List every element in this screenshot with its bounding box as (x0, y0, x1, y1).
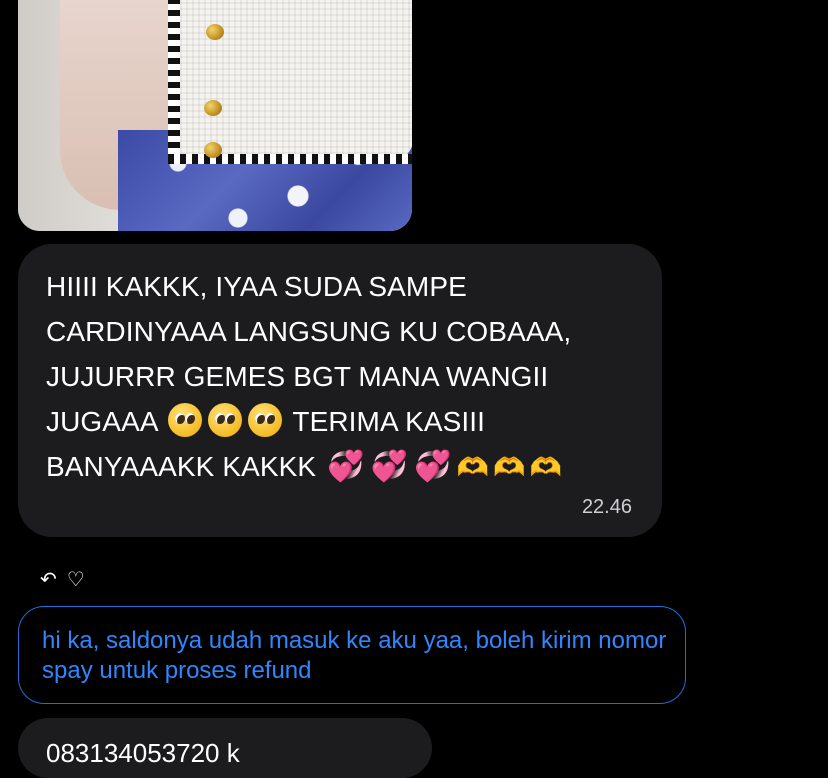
photo-button-detail (204, 100, 222, 116)
two-hearts-emoji: 💞 (327, 449, 365, 484)
message-bubble-received[interactable]: HIIII KAKKK, IYAA SUDA SAMPE CARDINYAAA … (18, 244, 662, 537)
message-bubble-sent[interactable]: hi ka, saldonya udah masuk ke aku yaa, b… (18, 606, 686, 704)
heart-hands-emoji: 🫶 (493, 453, 526, 483)
photo-cardigan-trim-bottom (168, 154, 412, 164)
heart-hands-emoji: 🫶 (529, 453, 562, 483)
pleading-face-emoji (247, 403, 282, 437)
message-bubble-received[interactable]: 083134053720 k (18, 718, 432, 778)
heart-hands-emoji: 🫶 (456, 453, 489, 483)
photo-cardigan-trim (168, 0, 180, 160)
message-timestamp: 22.46 (581, 496, 632, 518)
two-hearts-emoji: 💞 (414, 449, 452, 484)
photo-button-detail (206, 24, 224, 40)
photo-cardigan (168, 0, 412, 160)
shared-photo[interactable] (18, 0, 412, 231)
photo-button-detail (204, 142, 222, 158)
pleading-face-emoji (207, 403, 242, 437)
message-text: 083134053720 k (46, 738, 240, 768)
message-actions: ↶ ♡ (40, 566, 85, 592)
reply-arrow-icon[interactable]: ↶ (40, 567, 57, 592)
pleading-face-emoji (167, 403, 202, 437)
two-hearts-emoji: 💞 (370, 449, 409, 484)
heart-outline-icon[interactable]: ♡ (67, 567, 85, 592)
message-text: HIIII KAKKK, IYAA SUDA SAMPE CARDINYAAA … (46, 264, 646, 491)
message-text: hi ka, saldonya udah masuk ke aku yaa, b… (42, 627, 667, 684)
